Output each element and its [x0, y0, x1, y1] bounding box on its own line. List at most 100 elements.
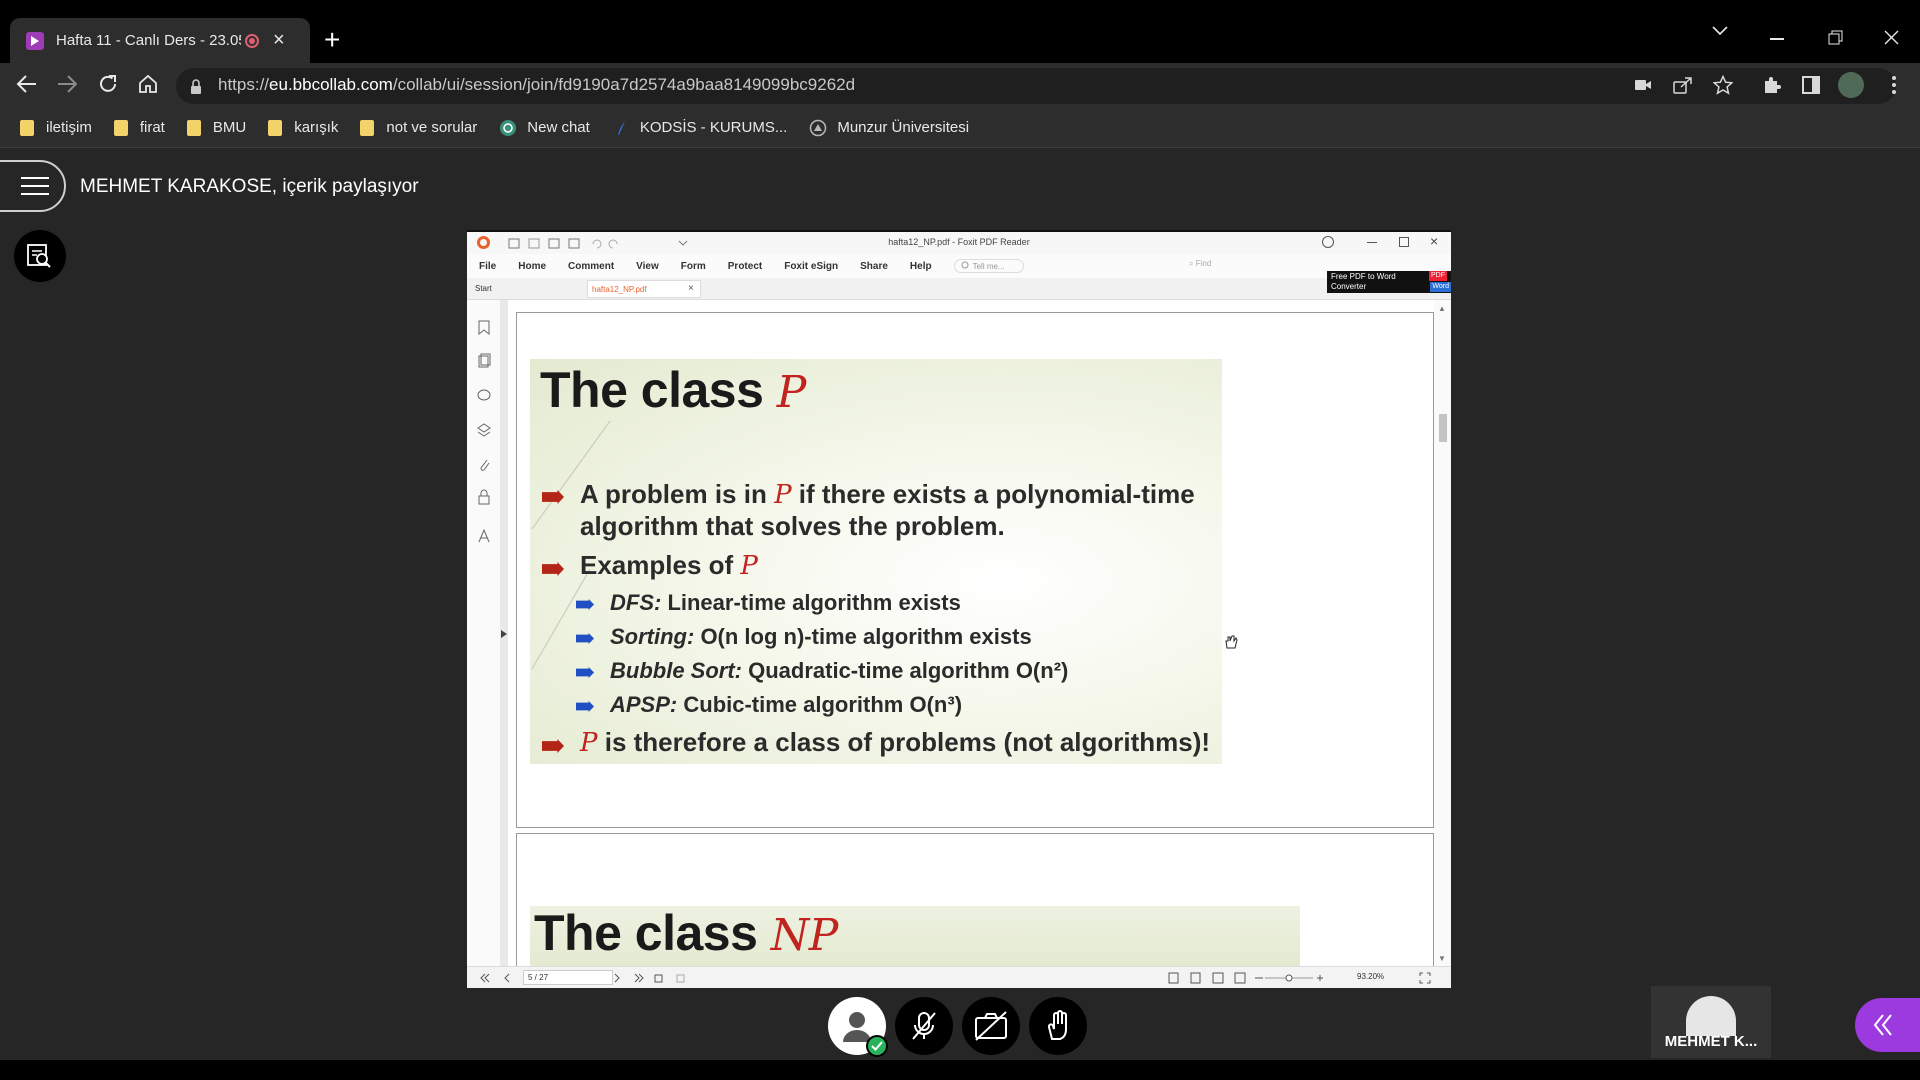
back-button[interactable]	[16, 74, 38, 94]
close-window-button[interactable]	[1884, 30, 1899, 45]
reload-button[interactable]	[97, 73, 119, 95]
menu-home[interactable]: Home	[518, 261, 546, 272]
promo-badge-word: Word	[1430, 282, 1451, 292]
expand-panel-arrow-icon[interactable]	[501, 630, 507, 638]
new-tab-button[interactable]: +	[324, 26, 340, 54]
university-logo-icon	[810, 119, 827, 136]
bullet-definition: A problem is in P if there exists a poly…	[580, 479, 1195, 542]
menu-view[interactable]: View	[636, 261, 659, 272]
share-icon[interactable]	[1673, 76, 1693, 94]
bookmark-kodsis[interactable]: KODSİS - KURUMS...	[612, 119, 787, 137]
menu-share[interactable]: Share	[860, 261, 888, 272]
sharing-status-label: MEHMET KARAKOSE, içerik paylaşıyor	[80, 176, 419, 197]
example-apsp: APSP: Cubic-time algorithm O(n³)	[610, 692, 962, 718]
foxit-window-title: hafta12_NP.pdf - Foxit PDF Reader	[888, 237, 1030, 247]
example-text: O(n log n)-time algorithm exists	[694, 624, 1032, 649]
menu-comment[interactable]: Comment	[568, 261, 614, 272]
bookmark-munzur[interactable]: Munzur Üniversitesi	[809, 119, 969, 137]
signature-panel-icon[interactable]	[477, 528, 491, 544]
tell-me-box[interactable]: Tell me...	[953, 259, 1024, 273]
menu-form[interactable]: Form	[681, 261, 706, 272]
class-p-symbol: P	[776, 367, 807, 418]
foxit-ribbon: File Home Comment View Form Protect Foxi…	[467, 254, 1451, 278]
tab-title: Hafta 11 - Canlı Ders - 23.05.	[56, 32, 241, 49]
menu-help[interactable]: Help	[910, 261, 932, 272]
participant-avatar	[1686, 996, 1736, 1036]
forward-button[interactable]	[56, 74, 78, 94]
scroll-up-arrow-icon[interactable]: ▲	[1438, 304, 1446, 313]
extensions-icon[interactable]	[1762, 75, 1782, 95]
find-box[interactable]: ⌕ Find	[1189, 259, 1211, 269]
bookmark-iletisim[interactable]: iletişim	[20, 119, 92, 136]
tab-document-close-icon[interactable]: ×	[688, 283, 694, 294]
bookmark-star-icon[interactable]	[1713, 75, 1733, 95]
collaborate-panel-toggle[interactable]	[1855, 998, 1920, 1052]
class-p-symbol: P	[774, 480, 792, 510]
bookmark-label: not ve sorular	[386, 119, 478, 136]
bookmark-new-chat[interactable]: New chat	[499, 119, 590, 137]
bookmark-firat[interactable]: firat	[113, 119, 165, 136]
collaborate-favicon-icon	[26, 31, 44, 50]
profile-avatar[interactable]	[1838, 72, 1864, 98]
home-button[interactable]	[137, 73, 159, 95]
folder-icon	[360, 119, 375, 136]
panel-icons[interactable]	[477, 320, 491, 520]
side-panel-icon[interactable]	[1802, 76, 1820, 94]
tab-start[interactable]: Start	[475, 284, 492, 293]
chrome-menu-icon[interactable]	[1891, 75, 1897, 95]
foxit-close-button[interactable]: ×	[1430, 234, 1438, 248]
tab-document-label: hafta12_NP.pdf	[592, 285, 647, 294]
scroll-down-arrow-icon[interactable]: ▼	[1438, 954, 1446, 963]
bullet-examples: Examples of P	[580, 550, 758, 582]
url-path: /collab/ui/session/join/fd9190a7d2574a9b…	[392, 75, 856, 94]
bookmark-label: iletişim	[46, 119, 92, 136]
content-zoom-button[interactable]	[14, 230, 66, 282]
bullet-text: algorithm that solves the problem.	[580, 511, 1005, 541]
menu-foxit-esign[interactable]: Foxit eSign	[784, 261, 838, 272]
minimize-button[interactable]	[1770, 38, 1784, 40]
tab-search-chevron-icon[interactable]	[1712, 26, 1728, 36]
my-status-button[interactable]	[828, 997, 888, 1057]
slide-class-p: The class P A problem is in P if there e…	[530, 359, 1222, 764]
pdf-scrollbar[interactable]: ▲ ▼	[1434, 300, 1451, 968]
url-host: eu.bbcollab.com	[269, 75, 393, 94]
bookmark-bmu[interactable]: BMU	[186, 119, 246, 136]
url-text[interactable]: https://eu.bbcollab.com/collab/ui/sessio…	[218, 75, 855, 95]
foxit-statusbar: 5 / 27 93.20%	[467, 966, 1451, 988]
promo-badge-pdf: PDF	[1429, 271, 1447, 281]
foxit-restore-button[interactable]	[1399, 237, 1409, 247]
microphone-toggle-button[interactable]	[895, 997, 953, 1055]
bookmark-label: New chat	[527, 119, 590, 136]
raise-hand-button[interactable]	[1029, 997, 1087, 1055]
bookmark-not-ve-sorular[interactable]: not ve sorular	[360, 119, 477, 136]
restore-button[interactable]	[1828, 30, 1843, 45]
page-number-input[interactable]: 5 / 27	[523, 970, 613, 985]
foxit-minimize-button[interactable]	[1367, 242, 1377, 243]
tab-document[interactable]: hafta12_NP.pdf ×	[587, 280, 701, 298]
bookmarks-bar: iletişim firat BMU karışık not ve sorula…	[0, 108, 1920, 148]
view-mode-icons[interactable]	[1167, 972, 1357, 984]
camera-in-use-icon[interactable]	[1634, 78, 1652, 92]
bullet-text: Examples of	[580, 550, 741, 580]
hand-cursor-icon	[1225, 635, 1238, 649]
folder-icon	[20, 119, 34, 136]
tab-close-icon[interactable]: ×	[273, 29, 285, 52]
account-icon[interactable]	[1322, 236, 1334, 248]
bullet-text: is therefore a class of problems (not al…	[597, 727, 1211, 757]
panel-splitter[interactable]	[500, 300, 508, 968]
slide-title-text: The class	[540, 362, 777, 418]
promo-banner[interactable]: Free PDF to Word Converter PDF Word	[1327, 271, 1451, 293]
bookmark-karisik[interactable]: karışık	[268, 119, 338, 136]
class-np-symbol: NP	[770, 910, 839, 961]
menu-file[interactable]: File	[479, 261, 496, 272]
lock-icon[interactable]	[190, 79, 202, 95]
foxit-document-tabs: Start hafta12_NP.pdf × Free PDF to Word …	[467, 271, 1451, 300]
decorative-line	[531, 420, 611, 670]
camera-toggle-button[interactable]	[962, 997, 1020, 1055]
zoom-level[interactable]: 93.20%	[1357, 972, 1384, 981]
menu-protect[interactable]: Protect	[728, 261, 762, 272]
scrollbar-thumb[interactable]	[1439, 414, 1447, 442]
fullscreen-icon[interactable]	[1419, 972, 1431, 984]
session-menu-button[interactable]	[0, 160, 66, 212]
browser-tab[interactable]: Hafta 11 - Canlı Ders - 23.05. ×	[10, 18, 310, 63]
